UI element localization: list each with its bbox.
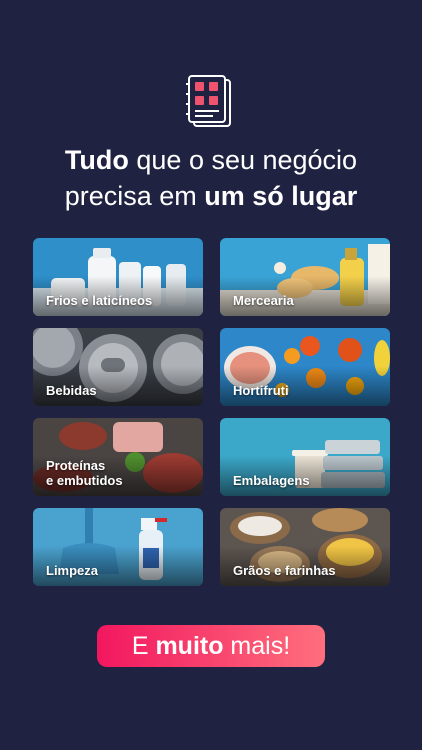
- cta-suffix: mais!: [223, 632, 291, 660]
- headline-line-2: precisa em um só lugar: [0, 178, 422, 214]
- headline-text-1: que o seu negócio: [128, 145, 358, 175]
- category-card-frios[interactable]: Frios e laticíneos: [33, 238, 203, 316]
- headline-line-1: Tudo que o seu negócio: [0, 142, 422, 178]
- category-card-graos[interactable]: Grãos e farinhas: [220, 508, 390, 586]
- category-label: Grãos e farinhas: [233, 563, 336, 578]
- cta-prefix: E: [131, 632, 156, 660]
- muito-mais-button[interactable]: E muito mais!: [97, 625, 325, 667]
- category-label: Proteínas e embutidos: [46, 458, 123, 488]
- category-card-bebidas[interactable]: Bebidas: [33, 328, 203, 406]
- category-label: Bebidas: [46, 383, 97, 398]
- category-label: Limpeza: [46, 563, 99, 578]
- category-label: Hortifruti: [233, 383, 289, 398]
- category-card-hortifruti[interactable]: Hortifruti: [220, 328, 390, 406]
- category-grid: Frios e laticíneos Mercearia Bebidas Hor…: [33, 238, 390, 588]
- category-label: Embalagens: [233, 473, 310, 488]
- category-label: Frios e laticíneos: [46, 293, 153, 308]
- headline-text-2: precisa em: [64, 181, 205, 211]
- headline-bold-1: Tudo: [64, 145, 129, 175]
- cta-bold: muito: [155, 632, 224, 660]
- category-card-proteinas[interactable]: Proteínas e embutidos: [33, 418, 203, 496]
- category-card-mercearia[interactable]: Mercearia: [220, 238, 390, 316]
- category-card-embalagens[interactable]: Embalagens: [220, 418, 390, 496]
- headline-bold-2: um só lugar: [204, 181, 358, 211]
- headline: Tudo que o seu negócio precisa em um só …: [0, 142, 422, 214]
- catalog-icon: [186, 75, 231, 127]
- category-card-limpeza[interactable]: Limpeza: [33, 508, 203, 586]
- category-label: Mercearia: [233, 293, 294, 308]
